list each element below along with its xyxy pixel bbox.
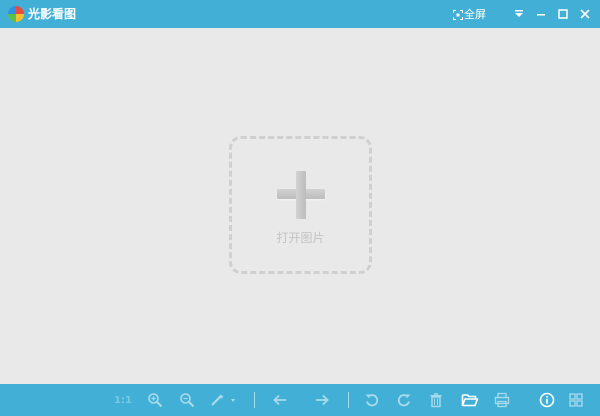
maximize-button[interactable] bbox=[552, 0, 574, 28]
rotate-left-icon bbox=[365, 394, 379, 407]
app-title: 光影看图 bbox=[28, 7, 77, 21]
title-bar: 光影看图 全屏 bbox=[0, 0, 600, 28]
rotate-right-button[interactable] bbox=[394, 390, 414, 410]
arrow-right-icon bbox=[316, 394, 329, 406]
bottom-toolbar: 1:1 bbox=[0, 384, 600, 416]
minimize-icon bbox=[537, 14, 545, 16]
edit-tools-dropdown[interactable] bbox=[208, 390, 238, 410]
maximize-icon bbox=[558, 9, 568, 19]
fullscreen-label: 全屏 bbox=[464, 8, 486, 21]
zoom-out-button[interactable] bbox=[177, 390, 197, 410]
print-button[interactable] bbox=[492, 390, 512, 410]
image-canvas: 打开图片 bbox=[0, 28, 600, 384]
window-controls: 全屏 bbox=[453, 0, 600, 28]
delete-button[interactable] bbox=[426, 390, 446, 410]
open-folder-button[interactable] bbox=[460, 390, 480, 410]
info-icon bbox=[539, 392, 555, 408]
info-button[interactable] bbox=[537, 390, 557, 410]
close-icon bbox=[580, 9, 590, 19]
rotate-left-button[interactable] bbox=[362, 390, 382, 410]
grid-icon bbox=[569, 393, 583, 407]
toolbar-divider bbox=[254, 392, 255, 408]
menu-dropdown-icon bbox=[515, 10, 523, 17]
menu-dropdown-button[interactable] bbox=[508, 0, 530, 28]
folder-open-icon bbox=[461, 394, 479, 407]
thumbnail-grid-button[interactable] bbox=[566, 390, 586, 410]
zoom-in-icon bbox=[148, 393, 163, 408]
zoom-out-icon bbox=[180, 393, 195, 408]
plus-icon bbox=[277, 171, 325, 219]
magic-wand-icon bbox=[211, 394, 235, 406]
open-image-label: 打开图片 bbox=[276, 231, 325, 245]
next-image-button[interactable] bbox=[312, 390, 332, 410]
actual-size-button[interactable]: 1:1 bbox=[112, 390, 134, 410]
minimize-button[interactable] bbox=[530, 0, 552, 28]
rotate-right-icon bbox=[397, 394, 411, 407]
zoom-in-button[interactable] bbox=[145, 390, 165, 410]
app-logo-icon bbox=[8, 6, 24, 22]
close-button[interactable] bbox=[574, 0, 596, 28]
arrow-left-icon bbox=[273, 394, 286, 406]
fullscreen-button[interactable]: 全屏 bbox=[453, 6, 486, 22]
trash-icon bbox=[430, 393, 442, 408]
actual-size-label: 1:1 bbox=[114, 394, 132, 406]
toolbar-divider bbox=[348, 392, 349, 408]
print-icon bbox=[494, 392, 510, 408]
fullscreen-icon bbox=[453, 9, 463, 20]
open-image-button[interactable]: 打开图片 bbox=[229, 136, 372, 274]
previous-image-button[interactable] bbox=[270, 390, 290, 410]
